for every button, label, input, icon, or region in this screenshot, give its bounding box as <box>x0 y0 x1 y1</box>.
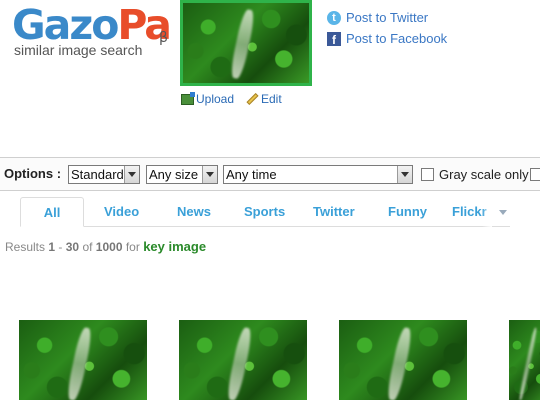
post-to-twitter-link[interactable]: t Post to Twitter <box>327 10 428 25</box>
tab-flickr[interactable]: Flickr <box>452 197 508 227</box>
gazopa-logo[interactable]: GazoPa β similar image search <box>12 2 172 62</box>
facebook-icon: f <box>327 31 341 47</box>
results-query[interactable]: key image <box>143 239 206 254</box>
tab-news[interactable]: News <box>177 197 211 227</box>
edit-label: Edit <box>261 92 282 106</box>
mode-select-value: Standard <box>71 167 124 182</box>
upload-icon <box>181 91 195 105</box>
tab-sports[interactable]: Sports <box>244 197 285 227</box>
results-of: of <box>82 240 93 254</box>
tab-all[interactable]: All <box>20 197 84 227</box>
options-label: Options : <box>4 166 62 181</box>
mode-select[interactable]: Standard <box>68 165 140 184</box>
tab-funny[interactable]: Funny <box>388 197 427 227</box>
twitter-icon: t <box>327 10 341 25</box>
result-thumbnail[interactable] <box>179 320 307 400</box>
chevron-down-icon[interactable] <box>499 210 507 215</box>
chevron-down-icon[interactable] <box>202 166 217 183</box>
tab-fade <box>482 197 492 227</box>
post-to-facebook-link[interactable]: f Post to Facebook <box>327 31 448 47</box>
chevron-down-icon[interactable] <box>397 166 412 183</box>
tab-twitter[interactable]: Twitter <box>313 197 355 227</box>
results-from: 1 <box>48 240 56 254</box>
result-thumbnail[interactable] <box>339 320 467 400</box>
results-total: 1000 <box>95 240 123 254</box>
twitter-label: Post to Twitter <box>346 10 429 25</box>
upload-link[interactable]: Upload <box>181 91 235 106</box>
extra-checkbox[interactable] <box>530 168 540 181</box>
edit-link[interactable]: Edit <box>246 92 282 106</box>
results-for: for <box>125 240 140 254</box>
results-to: 30 <box>65 240 80 254</box>
grayscale-checkbox[interactable] <box>421 168 434 181</box>
result-image <box>19 320 147 400</box>
time-select-value: Any time <box>226 167 277 182</box>
results-dash: - <box>58 240 63 254</box>
size-select-value: Any size <box>149 167 199 182</box>
result-image <box>509 320 540 400</box>
grayscale-label: Gray scale only <box>439 167 529 182</box>
result-thumbnail[interactable] <box>509 320 540 400</box>
facebook-label: Post to Facebook <box>346 31 448 46</box>
result-image <box>339 320 467 400</box>
query-image <box>183 3 309 83</box>
query-image-thumbnail[interactable] <box>180 0 312 86</box>
size-select[interactable]: Any size <box>146 165 218 184</box>
result-image <box>179 320 307 400</box>
result-thumbnail[interactable] <box>19 320 147 400</box>
chevron-down-icon[interactable] <box>124 166 139 183</box>
options-bar: Options : Standard Any size Any time Gra… <box>0 157 540 191</box>
time-select[interactable]: Any time <box>223 165 413 184</box>
logo-beta-mark: β <box>159 30 168 46</box>
category-tabs: All Video News Sports Twitter Funny Flic… <box>20 197 510 227</box>
results-summary: Results 1 - 30 of 1000 for key image <box>5 239 206 254</box>
results-prefix: Results <box>5 240 46 254</box>
upload-label: Upload <box>196 92 235 106</box>
pencil-icon <box>246 92 259 106</box>
tab-video[interactable]: Video <box>104 197 139 227</box>
logo-tagline: similar image search <box>14 42 143 58</box>
